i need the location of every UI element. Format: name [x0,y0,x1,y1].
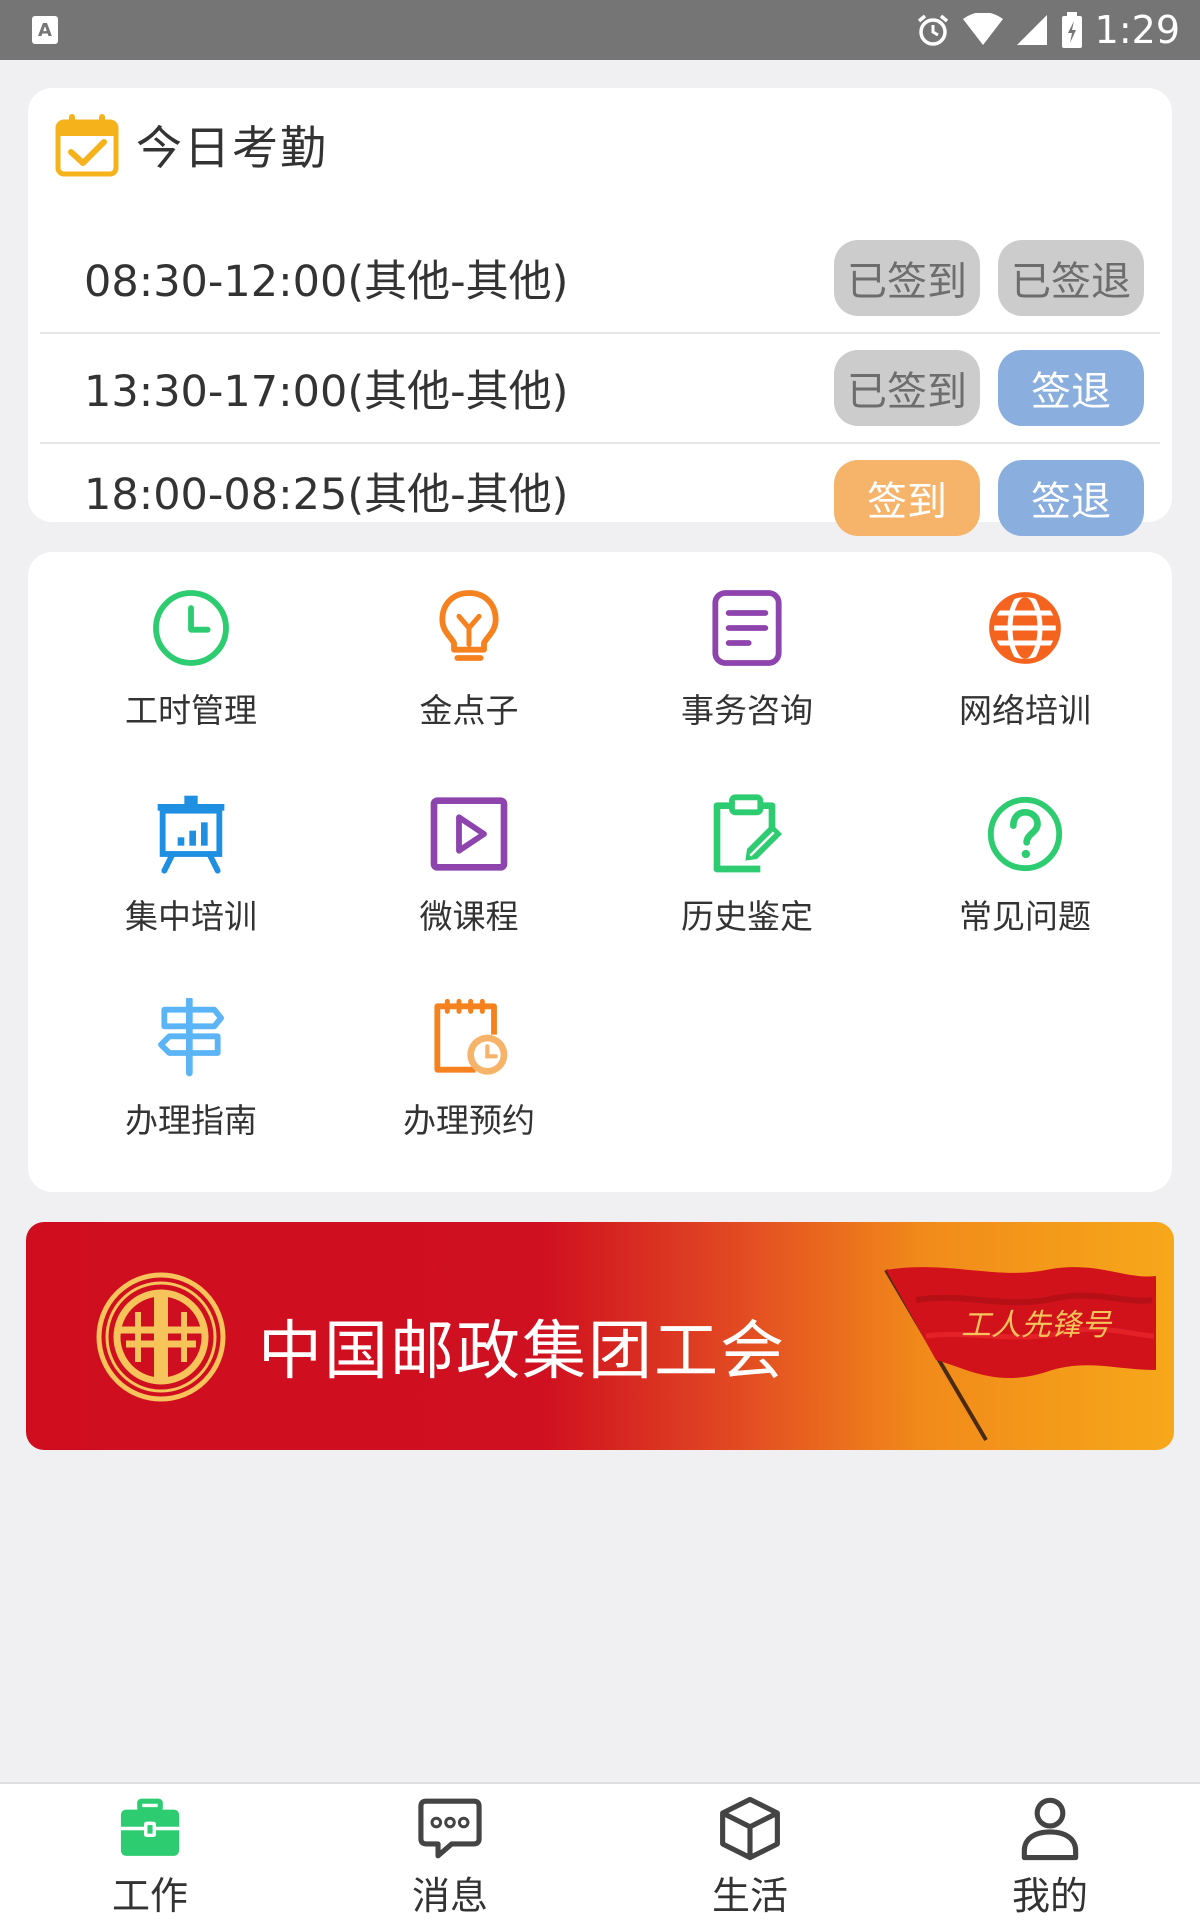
chat-bubble-icon [418,1798,482,1859]
notepad-clock-icon [434,998,508,1075]
attendance-row: 13:30-17:00(其他-其他) 已签到 签退 [40,334,1160,444]
feature-label: 办理指南 [125,1101,257,1140]
question-circle-icon [987,796,1063,872]
feature-work-hours[interactable]: 工时管理 [52,552,330,732]
presentation-board-icon [157,795,225,874]
alarm-icon [917,14,948,46]
union-logo-icon [96,1272,226,1402]
tab-label: 生活 [711,1874,788,1918]
tab-mine[interactable]: 我的 [900,1784,1200,1920]
feature-guide[interactable]: 办理指南 [52,962,330,1142]
tab-label: 工作 [111,1874,188,1918]
tab-label: 消息 [411,1874,488,1918]
calendar-check-icon [55,114,119,177]
feature-faq[interactable]: 常见问题 [886,758,1164,938]
attendance-card: 今日考勤 08:30-12:00(其他-其他) 已签到 已签退 13:30-17… [28,88,1172,536]
feature-appointment[interactable]: 办理预约 [330,962,608,1142]
sign-out-button[interactable]: 签退 [998,350,1144,426]
attendance-row: 08:30-12:00(其他-其他) 已签到 已签退 [40,224,1160,334]
feature-label: 微课程 [419,897,519,936]
red-flag-icon: 工人先锋号 [884,1267,1156,1442]
cube-icon [720,1796,780,1861]
signed-in-button[interactable]: 已签到 [834,350,980,426]
wifi-icon [962,13,1003,45]
clock-time: 1:29 [1094,8,1180,52]
feature-micro-course[interactable]: 微课程 [330,758,608,938]
user-icon [1021,1797,1079,1861]
play-video-icon [430,797,508,871]
globe-icon [989,592,1061,664]
tab-messages[interactable]: 消息 [300,1784,600,1920]
attendance-title: 今日考勤 [136,121,328,175]
attendance-row: 18:00-08:25(其他-其他) 签到 签退 [40,444,1160,544]
signed-out-button[interactable]: 已签退 [998,240,1144,316]
shift-time: 13:30-17:00(其他-其他) [84,367,569,417]
attendance-header: 今日考勤 [54,110,328,180]
sign-out-button[interactable]: 签退 [998,460,1144,536]
feature-online-training[interactable]: 网络培训 [886,552,1164,732]
feature-grid: 工时管理 金点子 事务咨询 网络培训 集中培训 微课程 历史鉴定 常见问题 办理… [28,552,1172,1192]
feature-label: 工时管理 [125,691,257,730]
shift-time: 18:00-08:25(其他-其他) [84,470,569,520]
lightbulb-icon [439,590,499,661]
feature-label: 事务咨询 [681,691,813,730]
tab-label: 我的 [1011,1874,1088,1918]
feature-golden-idea[interactable]: 金点子 [330,552,608,732]
union-banner[interactable]: 中国邮政集团工会 工人先锋号 [26,1222,1174,1450]
signpost-icon [158,998,224,1077]
document-icon [712,590,782,666]
feature-label: 网络培训 [959,691,1091,730]
briefcase-icon [120,1798,180,1856]
clipboard-edit-icon [713,794,782,873]
tab-life[interactable]: 生活 [600,1784,900,1920]
flag-slogan: 工人先锋号 [961,1308,1113,1343]
feature-centralized-training[interactable]: 集中培训 [52,758,330,938]
battery-icon [1061,12,1082,48]
shift-time: 08:30-12:00(其他-其他) [84,257,569,307]
bottom-tab-bar: 工作 消息 生活 我的 [0,1782,1200,1920]
sign-in-button[interactable]: 签到 [834,460,980,536]
feature-consultation[interactable]: 事务咨询 [608,552,886,732]
feature-label: 历史鉴定 [681,897,813,936]
feature-label: 金点子 [419,691,519,730]
clock-icon [153,590,229,666]
app-a-icon: A [32,16,58,44]
banner-title: 中国邮政集团工会 [258,1315,786,1389]
status-bar: A 1:29 [0,0,1200,60]
feature-label: 集中培训 [125,897,257,936]
tab-work[interactable]: 工作 [0,1784,300,1920]
feature-label: 常见问题 [959,897,1091,936]
feature-history-appraisal[interactable]: 历史鉴定 [608,758,886,938]
feature-label: 办理预约 [403,1101,535,1140]
signed-in-button[interactable]: 已签到 [834,240,980,316]
signal-icon [1016,15,1047,45]
